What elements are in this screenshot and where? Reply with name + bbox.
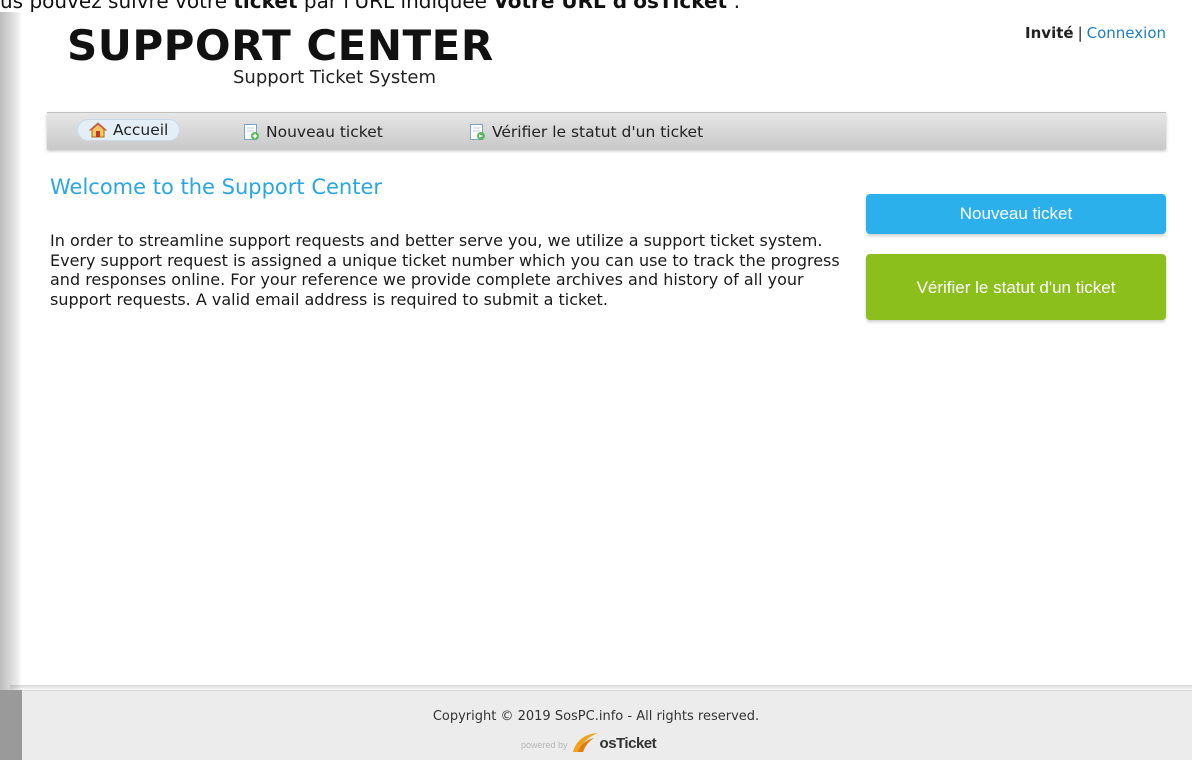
nav-item-label: Accueil (113, 121, 169, 139)
cropped-instruction-line: us pouvez suivre votre ticket par l'URL … (0, 0, 741, 12)
osticket-logo-text: osTicket (599, 735, 657, 752)
check-status-button-label: Vérifier le statut d'un ticket (916, 277, 1116, 297)
welcome-text: In order to streamline support requests … (50, 231, 840, 309)
page-left-shadow-bottom (0, 690, 22, 760)
nav-item-new-ticket[interactable]: Nouveau ticket (242, 120, 383, 144)
nav-item-label: Nouveau ticket (266, 123, 383, 141)
page-left-shadow (0, 12, 22, 760)
powered-by[interactable]: powered by osTicket (521, 729, 657, 753)
site-logo-title[interactable]: SUPPORT CENTER (67, 22, 494, 70)
nav-item-home[interactable]: Accueil (77, 119, 181, 141)
new-ticket-button[interactable]: Nouveau ticket (866, 194, 1166, 234)
copyright-text: Copyright © 2019 SosPC.info - All rights… (432, 709, 760, 724)
page: us pouvez suivre votre ticket par l'URL … (0, 0, 1192, 760)
guest-label: Invité (1025, 24, 1074, 42)
check-status-button[interactable]: Vérifier le statut d'un ticket (866, 254, 1166, 320)
footer: Copyright © 2019 SosPC.info - All rights… (0, 690, 1192, 760)
welcome-title: Welcome to the Support Center (50, 175, 383, 199)
user-links-separator: | (1077, 24, 1083, 42)
nav-item-check-status[interactable]: Vérifier le statut d'un ticket (468, 120, 703, 144)
powered-by-text: powered by (521, 740, 568, 750)
home-icon (88, 121, 108, 139)
site-logo-subtitle: Support Ticket System (233, 67, 436, 88)
main-navbar: Accueil Nouveau ticket Vérifier le statu… (47, 112, 1166, 149)
check-status-icon (468, 123, 486, 141)
osticket-logo: osTicket (570, 731, 657, 753)
osticket-swoosh-icon (572, 733, 598, 752)
user-links: Invité | Connexion (1025, 24, 1166, 42)
nav-item-label: Vérifier le statut d'un ticket (492, 123, 704, 141)
new-ticket-icon (242, 123, 260, 141)
login-link[interactable]: Connexion (1087, 24, 1166, 42)
